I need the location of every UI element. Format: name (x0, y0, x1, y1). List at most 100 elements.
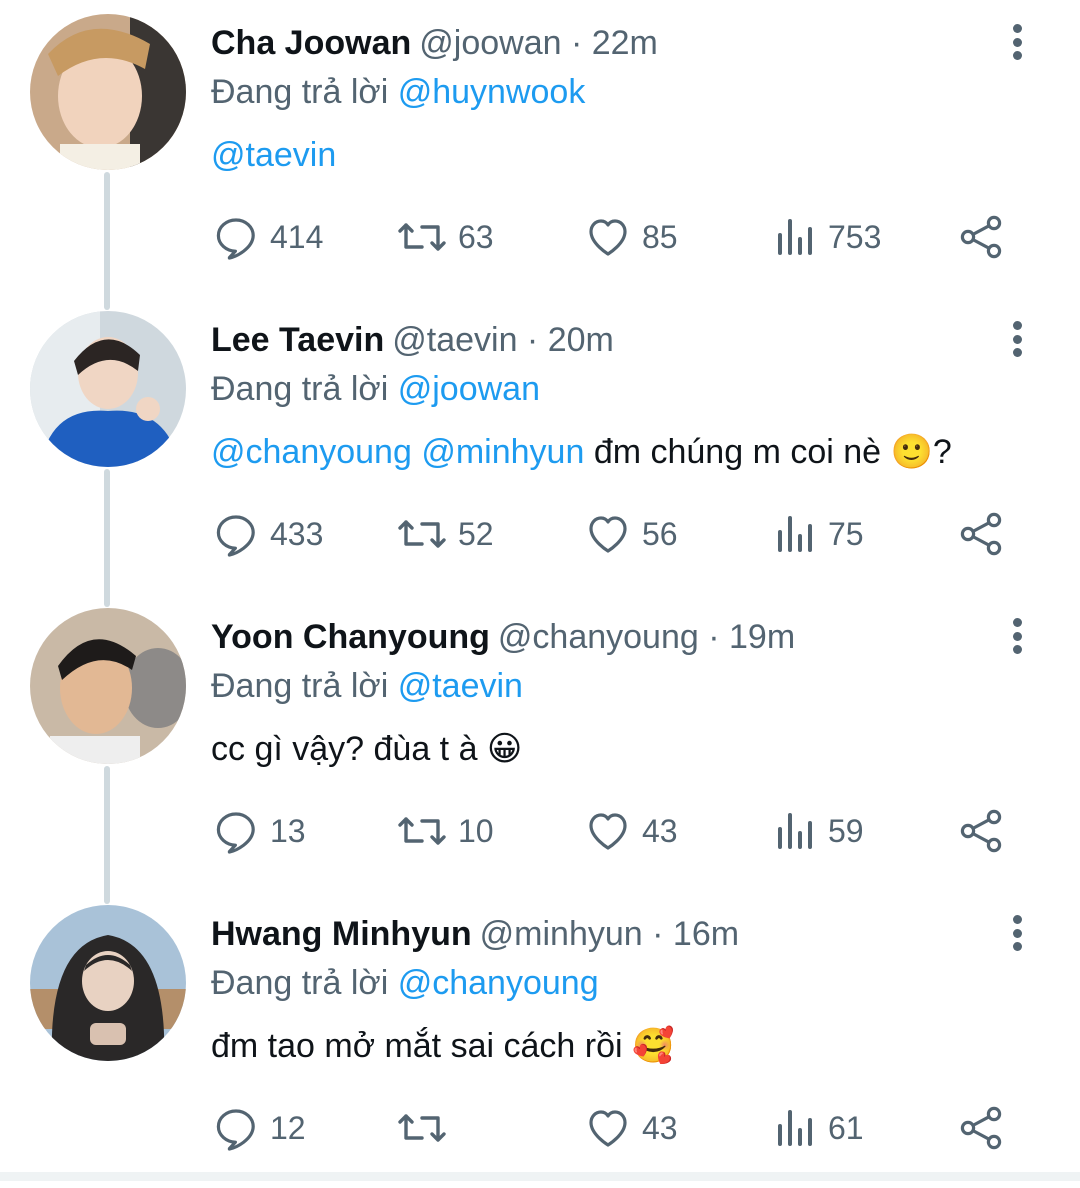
avatar-image (30, 905, 186, 1061)
display-name[interactable]: Yoon Chanyoung (211, 618, 490, 656)
reply-context: Đang trả lời @chanyoung (211, 962, 599, 1004)
body-mentions[interactable]: @taevin (211, 136, 336, 174)
body-text: đm tao mở mắt sai cách rồi 🥰 (211, 1027, 675, 1065)
retweet-icon (398, 1114, 446, 1142)
handle[interactable]: @minhyun (480, 915, 643, 953)
separator: · (698, 618, 729, 656)
share-icon (960, 1106, 1002, 1150)
retweet-button[interactable]: 52 (396, 509, 494, 559)
avatar-image (30, 14, 186, 170)
tweet[interactable]: Hwang Minhyun @minhyun · 16m Đang trả lời… (0, 891, 1080, 1188)
reply-to-mention[interactable]: @taevin (398, 667, 523, 705)
tweet-header: Cha Joowan @joowan · 22m (211, 22, 658, 64)
share-icon (960, 215, 1002, 259)
bottom-divider (0, 1172, 1080, 1181)
timestamp[interactable]: 20m (548, 321, 614, 359)
reply-icon (216, 1109, 255, 1151)
action-bar: 414 63 85 753 (0, 212, 1080, 262)
reply-prefix: Đang trả lời (211, 370, 389, 408)
action-bar: 433 52 56 75 (0, 509, 1080, 559)
share-icon (960, 809, 1002, 853)
retweet-count: 63 (458, 218, 494, 255)
like-count: 56 (642, 515, 678, 552)
like-button[interactable]: 43 (584, 806, 678, 856)
reply-count: 433 (270, 515, 324, 552)
share-button[interactable] (958, 1103, 1006, 1153)
body-mentions[interactable]: @chanyoung @minhyun (211, 433, 584, 471)
display-name[interactable]: Hwang Minhyun (211, 915, 472, 953)
like-button[interactable]: 43 (584, 1103, 678, 1153)
reply-button[interactable]: 414 (212, 212, 323, 262)
tweet-text: @taevin (211, 134, 336, 176)
views-count: 753 (828, 218, 882, 255)
like-button[interactable]: 56 (584, 509, 678, 559)
reply-icon (216, 218, 255, 260)
retweet-icon (398, 817, 446, 845)
tweet-header: Yoon Chanyoung @chanyoung · 19m (211, 616, 795, 658)
reply-button[interactable]: 433 (212, 509, 323, 559)
reply-button[interactable]: 13 (212, 806, 306, 856)
handle[interactable]: @chanyoung (498, 618, 699, 656)
retweet-count: 10 (458, 812, 494, 849)
reply-to-mention[interactable]: @joowan (398, 370, 540, 408)
share-button[interactable] (958, 806, 1006, 856)
reply-prefix: Đang trả lời (211, 73, 389, 111)
like-count: 85 (642, 218, 678, 255)
views-icon (778, 813, 812, 849)
more-icon[interactable] (1000, 911, 1034, 955)
views-count: 59 (828, 812, 864, 849)
separator: · (642, 915, 673, 953)
reply-context: Đang trả lời @joowan (211, 368, 540, 410)
avatar[interactable] (30, 608, 186, 764)
reply-count: 414 (270, 218, 324, 255)
tweet[interactable]: Cha Joowan @joowan · 22m Đang trả lời @hu… (0, 0, 1080, 297)
timestamp[interactable]: 19m (729, 618, 795, 656)
more-icon[interactable] (1000, 614, 1034, 658)
tweet-header: Lee Taevin @taevin · 20m (211, 319, 614, 361)
share-button[interactable] (958, 509, 1006, 559)
action-bar: 13 10 43 59 (0, 806, 1080, 856)
like-button[interactable]: 85 (584, 212, 678, 262)
avatar[interactable] (30, 311, 186, 467)
body-text: đm chúng m coi nè 🙂? (593, 433, 952, 471)
views-icon (778, 1110, 812, 1146)
handle[interactable]: @taevin (392, 321, 517, 359)
separator: · (517, 321, 548, 359)
views-button[interactable]: 59 (774, 806, 864, 856)
reply-button[interactable]: 12 (212, 1103, 306, 1153)
tweet-text: cc gì vậy? đùa t à 😀 (211, 728, 522, 770)
reply-prefix: Đang trả lời (211, 667, 389, 705)
reply-count: 12 (270, 1109, 306, 1146)
separator: · (561, 24, 592, 62)
more-icon[interactable] (1000, 317, 1034, 361)
retweet-count: 52 (458, 515, 494, 552)
display-name[interactable]: Lee Taevin (211, 321, 384, 359)
retweet-button[interactable]: 10 (396, 806, 494, 856)
reply-count: 13 (270, 812, 306, 849)
handle[interactable]: @joowan (419, 24, 561, 62)
retweet-icon (398, 520, 446, 548)
reply-prefix: Đang trả lời (211, 964, 389, 1002)
avatar[interactable] (30, 14, 186, 170)
reply-icon (216, 812, 255, 854)
like-icon (589, 219, 627, 256)
retweet-button[interactable] (396, 1103, 458, 1153)
avatar-image (30, 311, 186, 467)
views-icon (778, 516, 812, 552)
views-button[interactable]: 75 (774, 509, 864, 559)
timestamp[interactable]: 22m (592, 24, 658, 62)
like-count: 43 (642, 1109, 678, 1146)
tweet-text: đm tao mở mắt sai cách rồi 🥰 (211, 1025, 674, 1067)
tweet[interactable]: Lee Taevin @taevin · 20m Đang trả lời @jo… (0, 297, 1080, 594)
tweet[interactable]: Yoon Chanyoung @chanyoung · 19m Đang trả … (0, 594, 1080, 891)
timestamp[interactable]: 16m (673, 915, 739, 953)
display-name[interactable]: Cha Joowan (211, 24, 411, 62)
reply-to-mention[interactable]: @chanyoung (398, 964, 599, 1002)
share-button[interactable] (958, 212, 1006, 262)
reply-to-mention[interactable]: @huynwook (398, 73, 586, 111)
avatar[interactable] (30, 905, 186, 1061)
more-icon[interactable] (1000, 20, 1034, 64)
views-button[interactable]: 753 (774, 212, 881, 262)
views-button[interactable]: 61 (774, 1103, 864, 1153)
retweet-button[interactable]: 63 (396, 212, 494, 262)
